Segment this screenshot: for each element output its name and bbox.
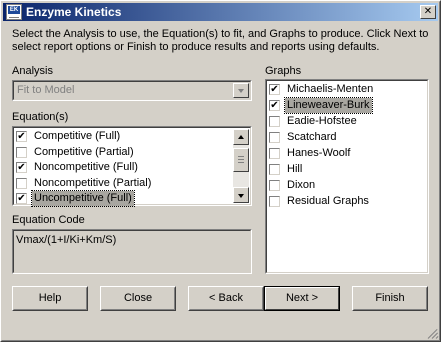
equation-code-field: Vmax/(1+I/Ki+Km/S) (12, 229, 252, 274)
analysis-dropdown[interactable]: Fit to Model (12, 80, 252, 101)
instructions-text: Select the Analysis to use, the Equation… (12, 28, 429, 53)
checkmark-icon: ✔ (17, 193, 26, 204)
graph-item-label: Hill (287, 163, 303, 175)
resize-grip[interactable] (426, 327, 439, 339)
help-button[interactable]: Help (12, 286, 88, 311)
graph-item-label: Residual Graphs (287, 195, 369, 207)
checkmark-icon: ✔ (17, 162, 26, 173)
graph-item-label: Michaelis-Menten (287, 83, 374, 95)
arrow-up-icon (238, 135, 244, 139)
equation-checkbox[interactable]: ✔ (16, 131, 27, 142)
next-button[interactable]: Next > (264, 286, 340, 311)
equation-checkbox[interactable]: ✔ (16, 193, 27, 204)
analysis-dropdown-button[interactable] (233, 83, 249, 98)
equation-item-label: Competitive (Partial) (34, 145, 134, 158)
checkmark-icon: ✔ (270, 100, 279, 111)
equation-item-label: Noncompetitive (Full) (34, 161, 138, 173)
graph-checkbox[interactable]: ✔ (269, 84, 280, 95)
scroll-thumb[interactable] (233, 148, 249, 172)
graph-checkbox[interactable] (269, 116, 280, 127)
graphs-label: Graphs (265, 65, 302, 77)
analysis-label: Analysis (12, 65, 53, 77)
equation-checkbox[interactable] (16, 177, 27, 189)
close-icon: ✕ (423, 6, 433, 17)
equation-item-label: Noncompetitive (Partial) (34, 176, 152, 189)
equation-item-label: Competitive (Full) (34, 130, 121, 142)
graph-checkbox[interactable] (269, 180, 280, 191)
equation-code-value: Vmax/(1+I/Ki+Km/S) (16, 234, 117, 246)
equation-item-label: Uncompetitive (Full) (31, 190, 135, 207)
enzyme-kinetics-dialog: EK Enzyme Kinetics ✕ Select the Analysis… (0, 0, 441, 342)
graph-item-label: Dixon (287, 179, 316, 191)
graph-checkbox[interactable] (269, 148, 280, 159)
equation-code-label: Equation Code (12, 214, 85, 226)
equation-checkbox[interactable] (16, 146, 27, 158)
equations-scrollbar[interactable] (233, 129, 249, 203)
graph-checkbox[interactable] (269, 196, 280, 207)
equations-label: Equation(s) (12, 111, 69, 123)
close-window-button[interactable]: ✕ (420, 5, 436, 19)
graph-checkbox[interactable]: ✔ (269, 100, 280, 111)
equation-checkbox[interactable]: ✔ (16, 162, 27, 173)
title-bar[interactable]: EK Enzyme Kinetics ✕ (3, 3, 438, 21)
finish-button[interactable]: Finish (352, 286, 428, 311)
graph-checkbox[interactable] (269, 132, 280, 143)
checkmark-icon: ✔ (270, 84, 279, 95)
analysis-value: Fit to Model (17, 84, 75, 96)
graph-item-label: Scatchard (287, 131, 337, 143)
equations-list[interactable]: ✔ Competitive (Full) Competitive (Partial)… (12, 126, 252, 207)
graph-checkbox[interactable] (269, 164, 280, 175)
graph-item-label: Hanes-Woolf (287, 147, 351, 159)
checkmark-icon: ✔ (17, 131, 26, 142)
graph-item-label: Lineweaver-Burk (284, 97, 373, 114)
scroll-up-button[interactable] (233, 129, 249, 145)
close-button[interactable]: Close (100, 286, 176, 311)
back-button[interactable]: < Back (188, 286, 264, 311)
window-title: Enzyme Kinetics (26, 5, 122, 19)
scroll-down-button[interactable] (233, 187, 249, 203)
graphs-list[interactable]: ✔ Michaelis-Menten ✔ Lineweaver-Burk Eadie-H… (265, 79, 429, 274)
arrow-down-icon (238, 194, 244, 198)
chevron-down-icon (238, 89, 244, 93)
graph-item-label: Eadie-Hofstee (287, 115, 357, 127)
app-icon: EK (6, 4, 22, 20)
